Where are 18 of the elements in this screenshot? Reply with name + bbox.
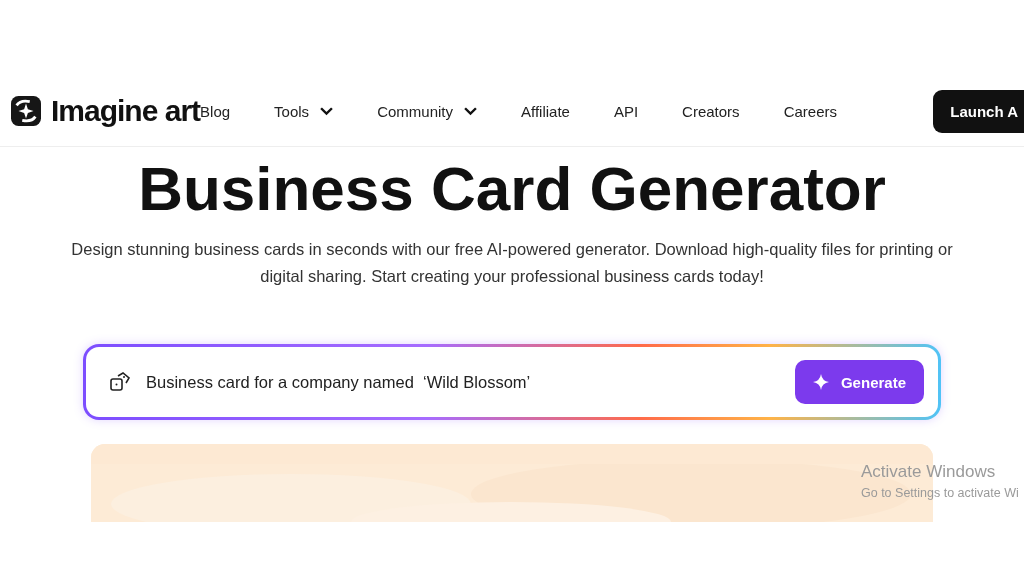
nav-link[interactable]: Affiliate: [521, 102, 570, 120]
nav-link[interactable]: Creators: [682, 102, 740, 120]
page-subtitle: Design stunning business cards in seconds with our free AI-powered generator. Download high-quality files for printing or digital sharing. Start creating your professional business cards today!: [70, 239, 954, 287]
prompt-field[interactable]: Business card for a company named ‘Wild Blossom’ Generate: [83, 344, 941, 420]
generate-button[interactable]: Generate: [794, 360, 924, 404]
sparkle-icon: [812, 374, 829, 390]
launch-button[interactable]: Launch A: [933, 89, 1024, 133]
dice-icon[interactable]: [108, 370, 132, 394]
nav-link[interactable]: Blog: [200, 102, 231, 120]
activation-text: Go to Settings to activate Wi: [861, 486, 1019, 500]
nav-link[interactable]: Tools: [274, 102, 334, 120]
nav-link[interactable]: API: [613, 102, 639, 120]
page-title: Business Card Generator: [138, 153, 886, 224]
logo-icon[interactable]: [11, 96, 41, 126]
logo-text[interactable]: Imagine art: [51, 94, 201, 128]
activation-title: Activate Windows: [861, 462, 997, 482]
nav-link[interactable]: Careers: [783, 102, 837, 120]
nav-link[interactable]: Community: [377, 102, 477, 120]
